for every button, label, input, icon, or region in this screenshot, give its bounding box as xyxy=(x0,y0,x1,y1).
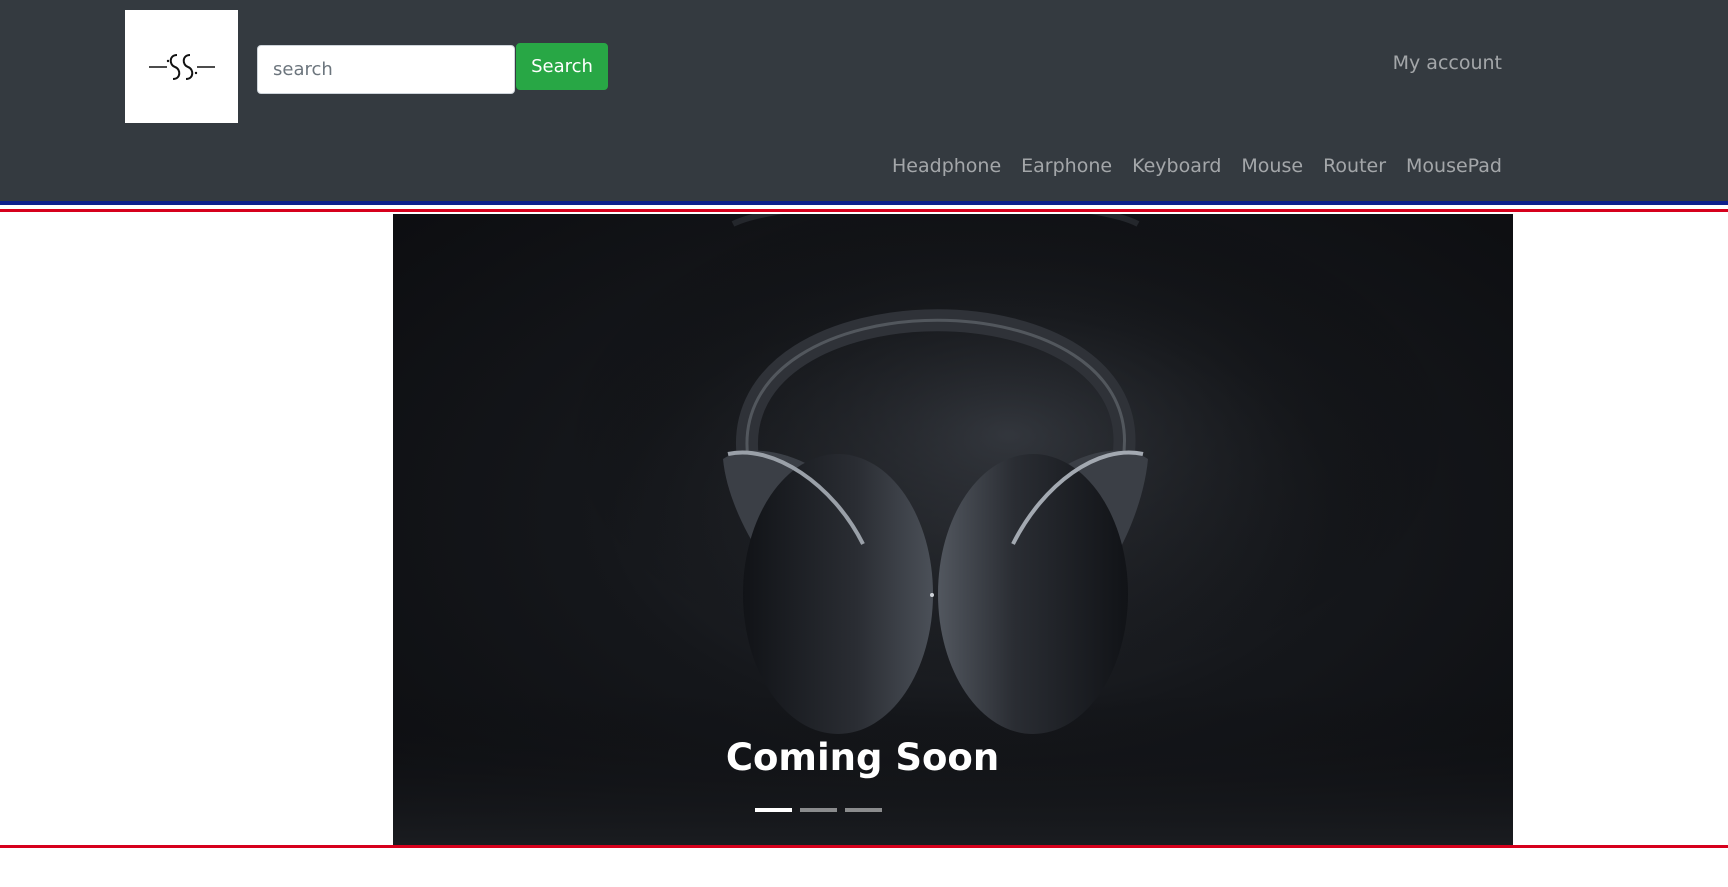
top-navbar: Search My account Headphone Earphone Key… xyxy=(0,0,1728,201)
nav-link-headphone[interactable]: Headphone xyxy=(892,155,1001,177)
carousel-caption: Coming Soon xyxy=(725,736,1000,779)
brand-logo[interactable] xyxy=(125,10,238,123)
nav-link-router[interactable]: Router xyxy=(1323,155,1386,177)
nav-link-mousepad[interactable]: MousePad xyxy=(1406,155,1502,177)
carousel-indicator-1[interactable] xyxy=(755,808,792,812)
search-input[interactable] xyxy=(257,45,515,94)
carousel-indicator-3[interactable] xyxy=(845,808,882,812)
nav-link-keyboard[interactable]: Keyboard xyxy=(1132,155,1221,177)
nav-link-earphone[interactable]: Earphone xyxy=(1021,155,1112,177)
nav-item: Router xyxy=(1323,155,1386,177)
my-account-link[interactable]: My account xyxy=(1393,52,1502,74)
nav-item: Mouse xyxy=(1241,155,1303,177)
category-nav: Headphone Earphone Keyboard Mouse Router… xyxy=(892,155,1502,177)
nav-item: Keyboard xyxy=(1132,155,1221,177)
nav-item: MousePad xyxy=(1406,155,1502,177)
hero-carousel[interactable]: Coming Soon xyxy=(393,214,1513,845)
search-button[interactable]: Search xyxy=(516,43,608,90)
nav-item: Headphone xyxy=(892,155,1001,177)
bottom-divider xyxy=(0,845,1728,848)
carousel-indicators xyxy=(755,808,882,812)
nav-item: Earphone xyxy=(1021,155,1112,177)
logo-icon xyxy=(148,53,215,80)
divider-stripe-red xyxy=(0,209,1728,212)
carousel-indicator-2[interactable] xyxy=(800,808,837,812)
nav-link-mouse[interactable]: Mouse xyxy=(1241,155,1303,177)
